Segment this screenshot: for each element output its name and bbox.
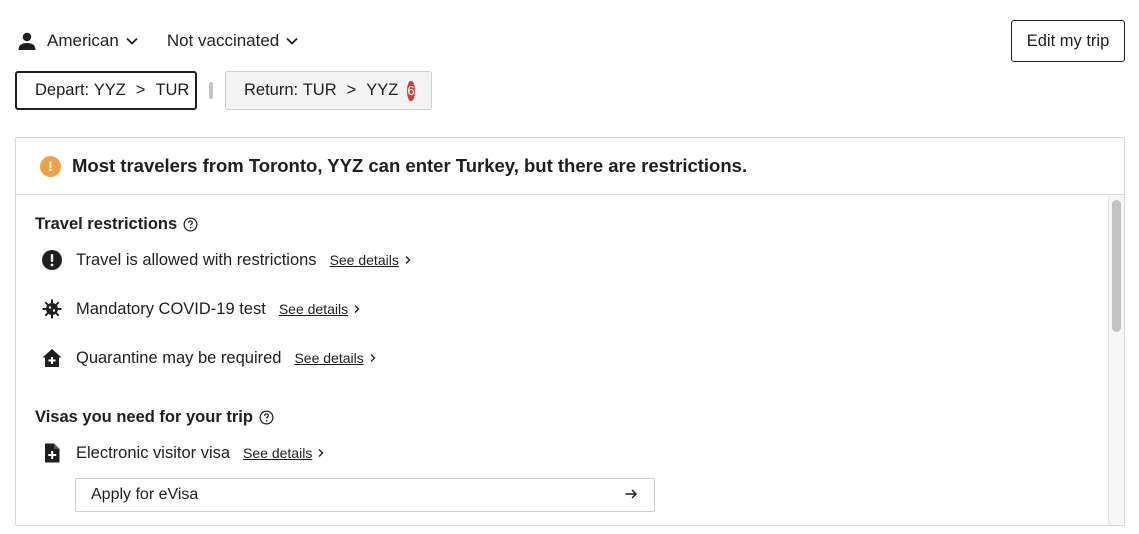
arrow-right-icon — [624, 487, 638, 501]
return-count-badge: 6 — [407, 80, 415, 101]
exclamation-circle-icon — [40, 248, 64, 272]
return-from: TUR — [302, 81, 337, 99]
restriction-row: Quarantine may be required See details — [40, 345, 377, 371]
trip-leg-tabs: Depart: YYZ > TUR Return: TUR > YYZ 6 — [15, 71, 432, 110]
vaccination-label: Not vaccinated — [166, 31, 280, 50]
nationality-label: American — [47, 31, 119, 50]
house-plus-icon — [40, 346, 64, 370]
chevron-down-icon — [125, 34, 139, 48]
chevron-right-icon — [404, 255, 412, 265]
scrollbar[interactable] — [1108, 196, 1124, 525]
chevron-right-icon — [353, 304, 361, 314]
chevron-down-icon — [285, 34, 299, 48]
nationality-dropdown[interactable]: American — [16, 30, 139, 52]
see-details-label: See details — [243, 445, 313, 461]
arrow-right-icon: > — [135, 81, 146, 99]
panel-scroll-area[interactable]: Travel restrictions Travel is allowed wi… — [16, 196, 1110, 525]
depart-prefix: Depart: — [35, 81, 90, 99]
restriction-row: Travel is allowed with restrictions See … — [40, 247, 412, 273]
scrollbar-thumb[interactable] — [1112, 200, 1121, 332]
see-details-link[interactable]: See details — [243, 445, 325, 461]
restriction-text: Quarantine may be required — [76, 348, 282, 367]
travel-restrictions-heading: Travel restrictions — [35, 215, 178, 233]
virus-icon — [40, 297, 64, 321]
person-icon — [16, 30, 38, 52]
depart-to: TUR — [155, 81, 190, 99]
arrow-right-icon: > — [346, 81, 357, 99]
see-details-label: See details — [278, 301, 349, 317]
help-icon[interactable] — [183, 217, 198, 232]
visas-heading: Visas you need for your trip — [35, 408, 253, 426]
apply-evisa-button[interactable]: Apply for eVisa — [75, 478, 655, 512]
restriction-text: Mandatory COVID-19 test — [76, 299, 266, 318]
return-to: YYZ — [366, 81, 399, 99]
apply-evisa-label: Apply for eVisa — [91, 486, 199, 503]
document-plus-icon — [40, 441, 64, 465]
warning-icon: ! — [40, 155, 61, 177]
visa-row: Electronic visitor visa See details — [40, 440, 325, 466]
depart-from: YYZ — [93, 81, 126, 99]
see-details-link[interactable]: See details — [279, 301, 361, 317]
summary-banner: ! Most travelers from Toronto, YYZ can e… — [16, 138, 1124, 195]
visas-title: Visas you need for your trip — [35, 408, 274, 427]
travel-restrictions-title: Travel restrictions — [35, 215, 198, 234]
help-icon[interactable] — [259, 410, 274, 425]
tab-depart[interactable]: Depart: YYZ > TUR — [15, 71, 197, 110]
see-details-label: See details — [294, 350, 364, 366]
tab-divider — [209, 82, 213, 99]
tab-return[interactable]: Return: TUR > YYZ 6 — [225, 71, 432, 110]
restriction-row: Mandatory COVID-19 test See details — [40, 296, 361, 322]
traveler-filters: American Not vaccinated — [16, 28, 327, 54]
see-details-label: See details — [329, 252, 399, 268]
restrictions-panel: ! Most travelers from Toronto, YYZ can e… — [15, 137, 1125, 526]
vaccination-dropdown[interactable]: Not vaccinated — [167, 31, 299, 51]
see-details-link[interactable]: See details — [330, 252, 412, 268]
chevron-right-icon — [317, 448, 325, 458]
chevron-right-icon — [369, 353, 377, 363]
visa-text: Electronic visitor visa — [76, 443, 231, 462]
edit-trip-button[interactable]: Edit my trip — [1011, 20, 1125, 62]
summary-text: Most travelers from Toronto, YYZ can ent… — [72, 155, 748, 176]
see-details-link[interactable]: See details — [294, 350, 376, 366]
return-prefix: Return: — [244, 81, 299, 99]
restriction-text: Travel is allowed with restrictions — [76, 250, 317, 269]
